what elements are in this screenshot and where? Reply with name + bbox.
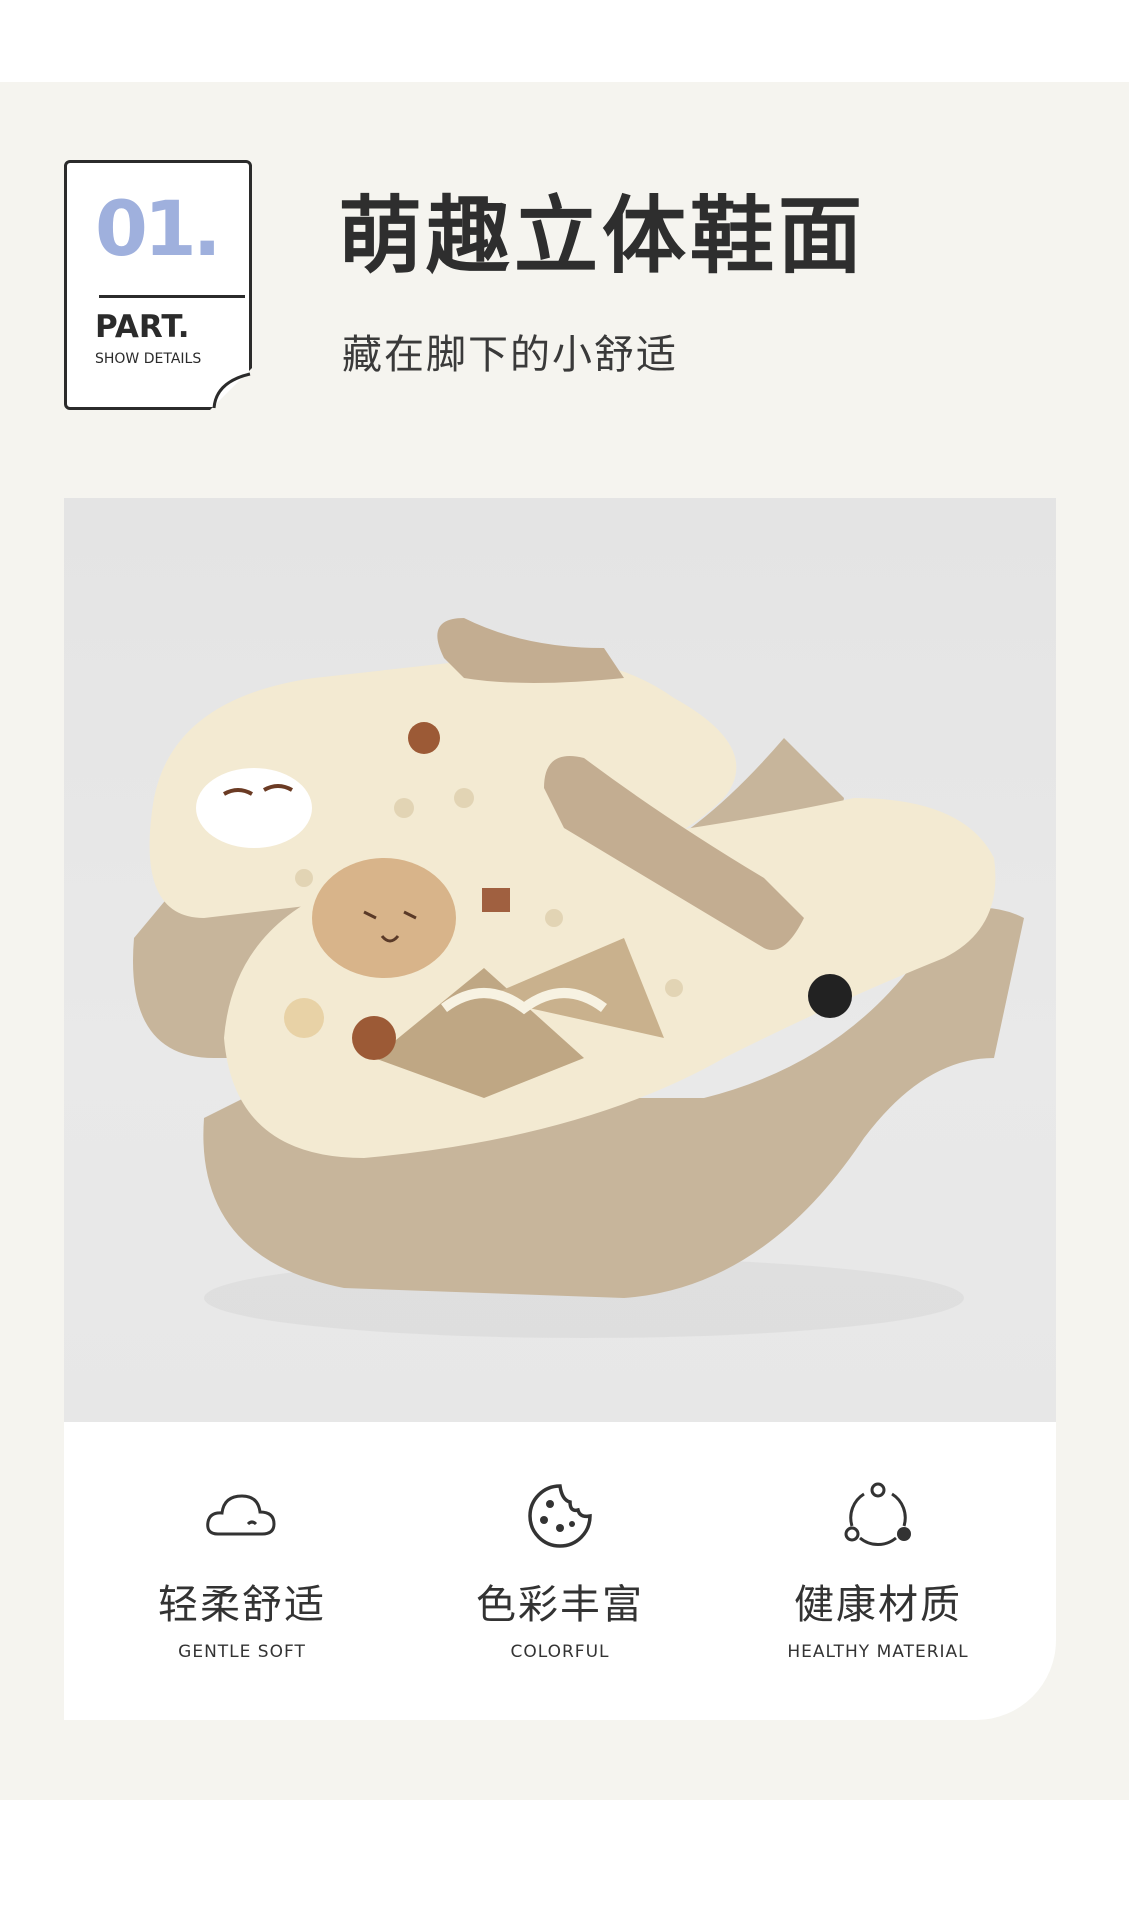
page-title: 萌趣立体鞋面: [338, 187, 867, 285]
feature-colorful: 色彩丰富 COLORFUL: [410, 1480, 710, 1662]
part-sublabel: SHOW DETAILS: [95, 351, 202, 367]
feature-title: 轻柔舒适: [158, 1582, 326, 1628]
page-subtitle: 藏在脚下的小舒适: [342, 332, 678, 378]
page-fold-icon: [210, 368, 252, 410]
feature-subtitle: COLORFUL: [510, 1642, 610, 1662]
feature-gentle-soft: 轻柔舒适 GENTLE SOFT: [92, 1480, 392, 1662]
feature-title: 健康材质: [794, 1582, 962, 1628]
part-label: PART.: [95, 309, 190, 345]
feature-subtitle: HEALTHY MATERIAL: [787, 1642, 969, 1662]
feature-strip: 轻柔舒适 GENTLE SOFT 色彩丰富 COLORFUL 健康材质 HEAL…: [64, 1422, 1056, 1720]
part-card: 01. PART. SHOW DETAILS: [64, 160, 252, 410]
feature-subtitle: GENTLE SOFT: [178, 1642, 306, 1662]
feature-healthy-material: 健康材质 HEALTHY MATERIAL: [728, 1480, 1028, 1662]
clog-illustration: [133, 618, 1024, 1338]
cookie-icon: [528, 1484, 592, 1548]
product-photo: [64, 498, 1056, 1422]
feature-title: 色彩丰富: [476, 1582, 644, 1628]
cycle-icon: [844, 1482, 911, 1546]
divider: [99, 295, 245, 298]
part-number: 01.: [95, 184, 222, 273]
cloud-icon: [206, 1494, 276, 1536]
